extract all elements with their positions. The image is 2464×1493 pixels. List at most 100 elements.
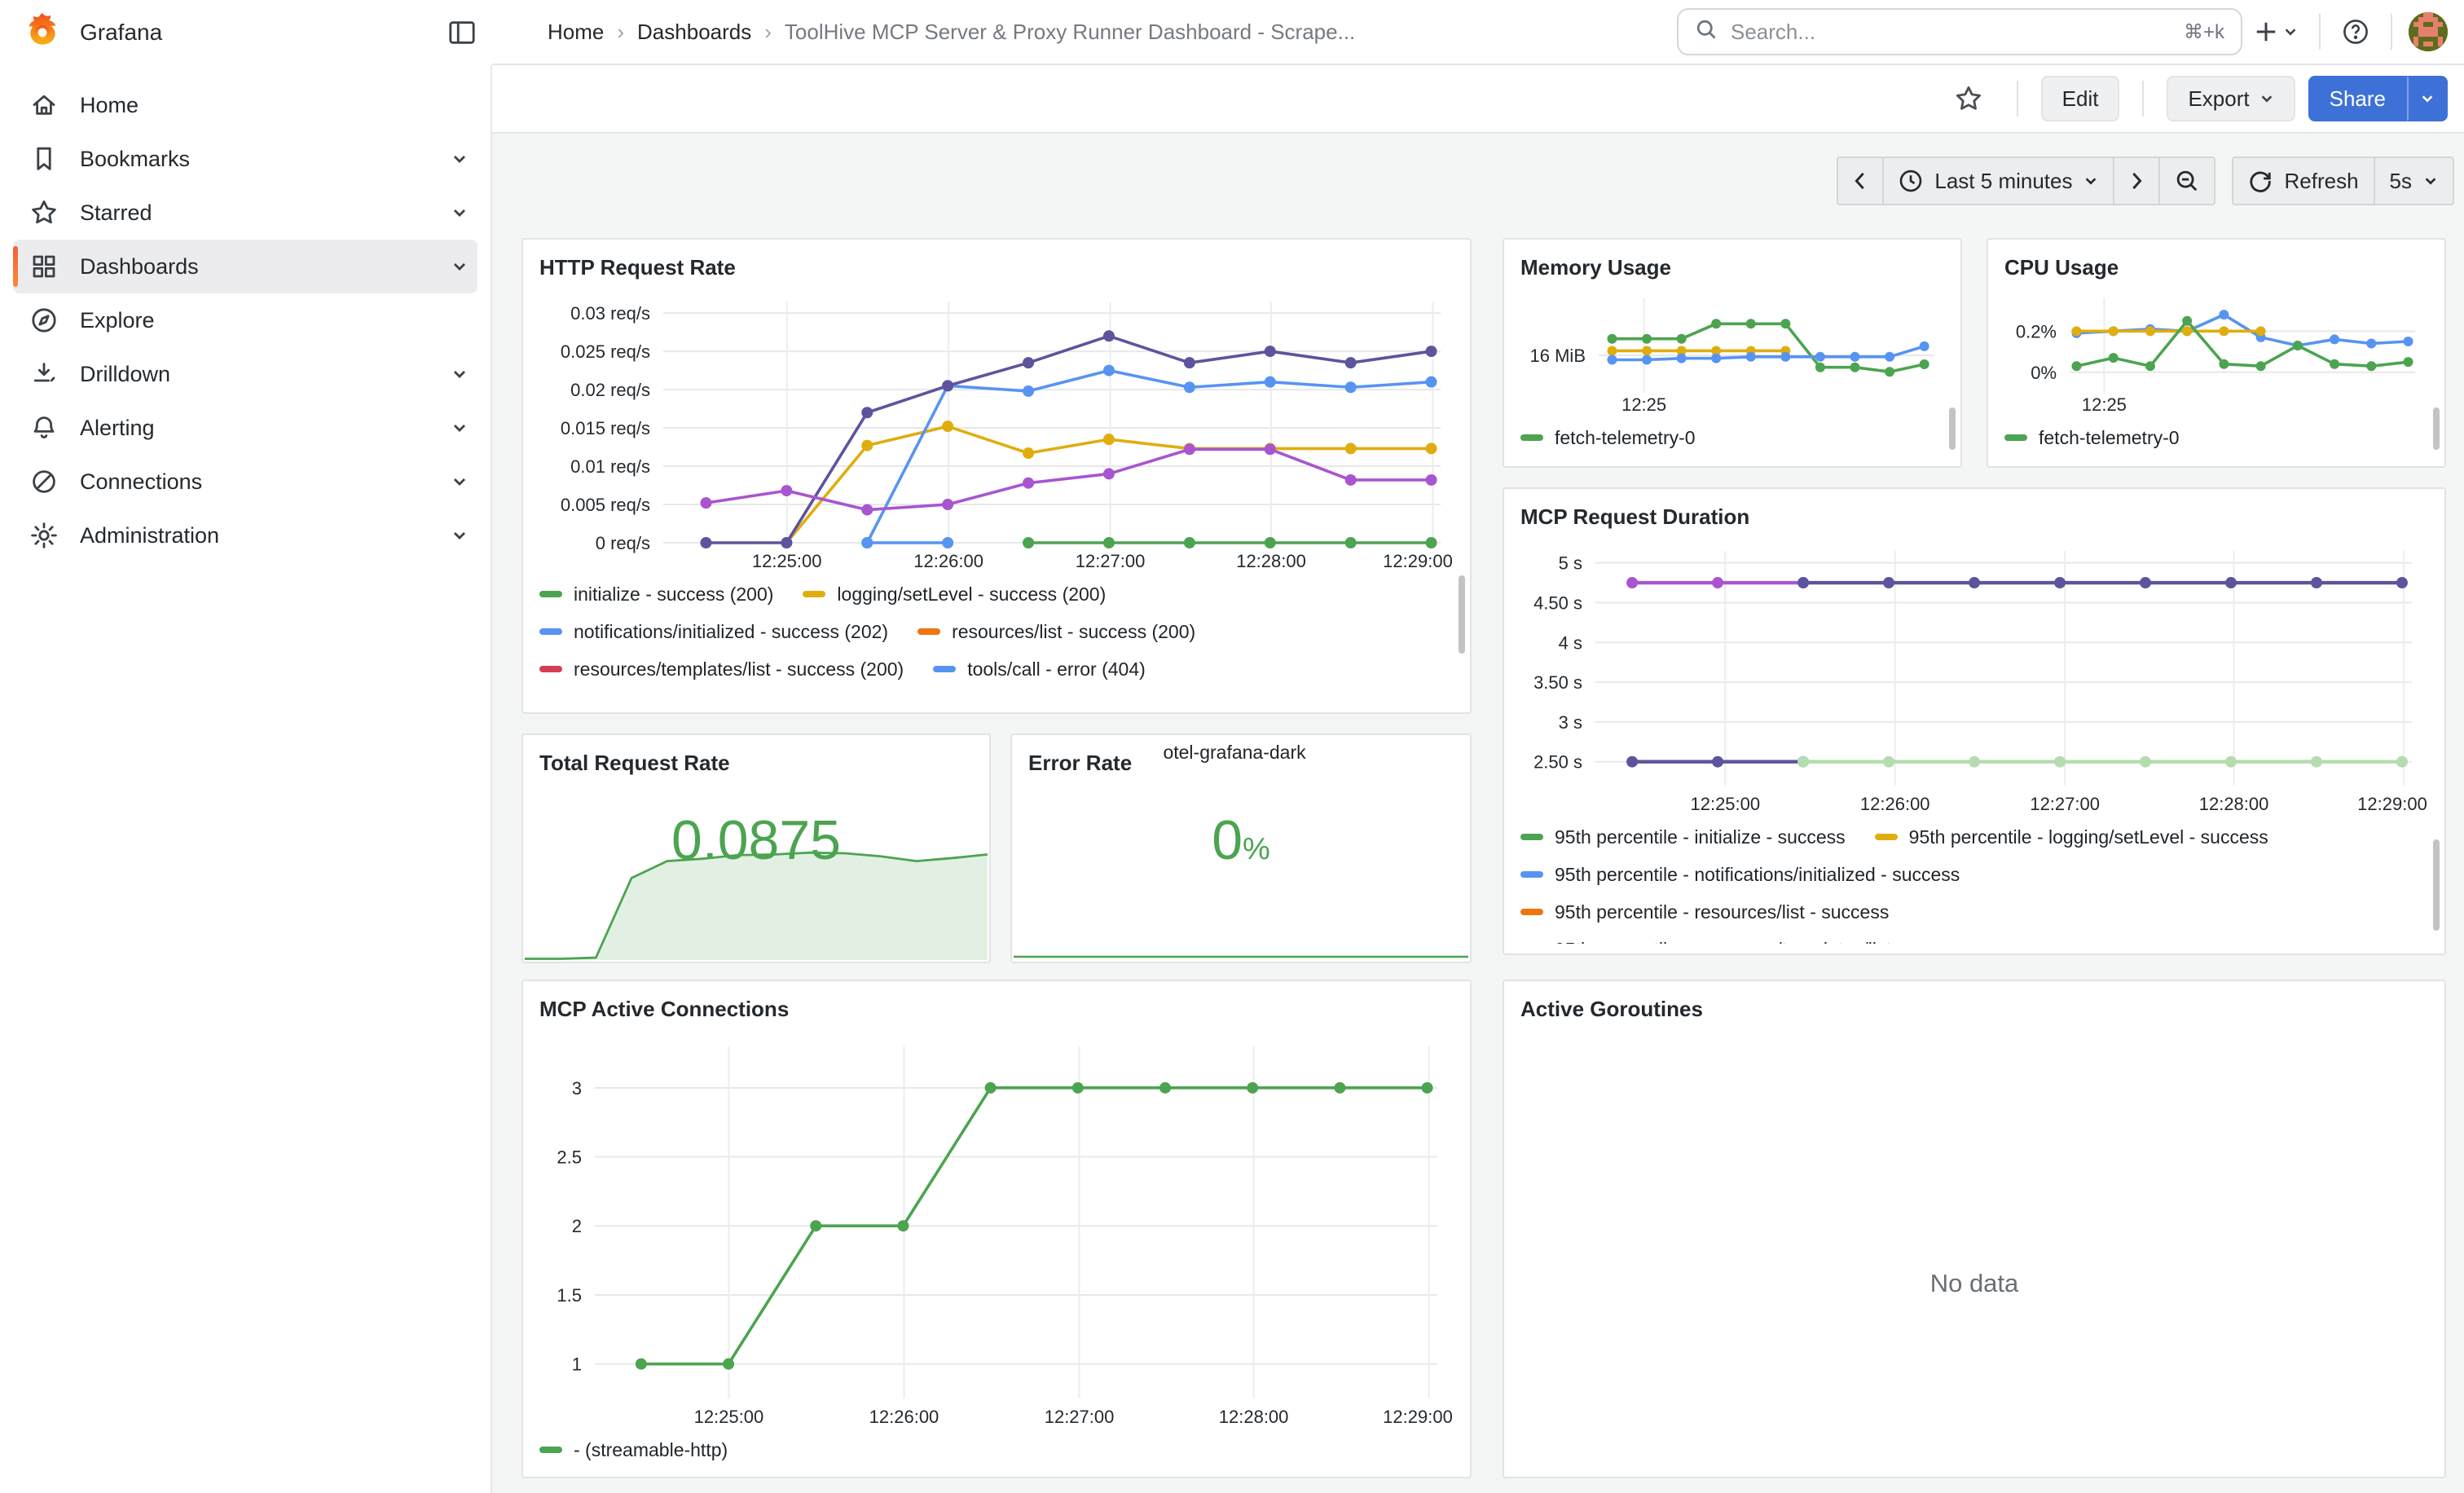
grafana-logo-icon[interactable] <box>24 11 60 54</box>
legend-scrollbar[interactable] <box>2433 407 2440 450</box>
zoom-out-button[interactable] <box>2160 156 2215 205</box>
chevron-down-icon[interactable] <box>451 420 468 436</box>
legend-label: tools/call - error (404) <box>967 658 1146 680</box>
panel-title[interactable]: MCP Active Connections <box>536 994 1457 1030</box>
help-icon[interactable] <box>2330 9 2381 55</box>
top-bar: Grafana Home › Dashboards › ToolHive MCP… <box>0 0 2464 65</box>
http-request-rate-chart[interactable]: 0.03 req/s0.025 req/s0.02 req/s0.015 req… <box>536 288 1457 575</box>
add-button[interactable] <box>2242 9 2309 55</box>
panel-mcp-active-connections: MCP Active Connections 32.521.5112:25:00… <box>521 980 1472 1478</box>
refresh-button[interactable]: Refresh <box>2232 156 2374 205</box>
legend-item[interactable]: tools/call - error (404) <box>933 658 1146 680</box>
export-button[interactable]: Export <box>2167 76 2295 121</box>
sidebar-item-connections[interactable]: Connections <box>13 455 477 509</box>
legend-item[interactable]: 95th percentile - initialize - success <box>1520 826 1846 848</box>
sidebar-item-starred[interactable]: Starred <box>13 186 477 240</box>
legend-item[interactable]: initialize - success (200) <box>539 584 773 606</box>
time-shift-forward-button[interactable] <box>2114 156 2160 205</box>
panel-title[interactable]: MCP Request Duration <box>1517 502 2431 538</box>
legend-item[interactable]: resources/list - success (200) <box>917 621 1195 643</box>
cpu-usage-legend: fetch-telemetry-0 <box>2001 419 2431 455</box>
favorite-star-icon[interactable] <box>1943 76 1994 121</box>
refresh-label: Refresh <box>2284 169 2358 194</box>
divider <box>2017 81 2018 117</box>
sidebar-item-dashboards[interactable]: Dashboards <box>13 240 477 293</box>
mcp-request-duration-chart[interactable]: 5 s4.50 s4 s3.50 s3 s2.50 s12:25:0012:26… <box>1517 538 2431 818</box>
chevron-down-icon[interactable] <box>451 527 468 544</box>
error-rate-sparkline[interactable] <box>1014 940 1468 960</box>
legend-item[interactable]: fetch-telemetry-0 <box>2004 427 2180 449</box>
search-input[interactable]: Search... ⌘+k <box>1677 8 2242 55</box>
time-range-picker[interactable]: Last 5 minutes <box>1884 156 2114 205</box>
search-shortcut: ⌘+k <box>2184 20 2224 44</box>
legend-item[interactable]: - (streamable-http) <box>539 1439 728 1461</box>
legend-item[interactable]: 95th percentile - resources/list - succe… <box>1520 901 1889 923</box>
panel-title[interactable]: CPU Usage <box>2001 253 2431 288</box>
chevron-down-icon[interactable] <box>451 258 468 275</box>
sidebar-item-label: Dashboards <box>80 254 199 280</box>
svg-text:0.2%: 0.2% <box>2016 321 2057 341</box>
sidebar-toggle-icon[interactable] <box>448 19 476 46</box>
sidebar-item-label: Alerting <box>80 416 155 441</box>
legend-item[interactable]: tools/list - success (200) <box>809 696 1045 700</box>
legend-item[interactable]: logging/setLevel - success (200) <box>803 584 1106 606</box>
share-button[interactable]: Share <box>2308 76 2407 121</box>
error-rate-value: 0% <box>1012 813 1470 868</box>
legend-item[interactable]: 95th percentile - logging/setLevel - suc… <box>1875 826 2268 848</box>
sidebar-item-home[interactable]: Home <box>13 78 477 132</box>
gear-icon <box>29 521 59 550</box>
cpu-usage-chart[interactable]: 0.2%0%12:25 <box>2001 288 2431 419</box>
panel-title[interactable]: Active Goroutines <box>1517 994 2431 1030</box>
legend-item[interactable]: tools/call - success (200) <box>539 696 780 700</box>
chevron-down-icon[interactable] <box>451 151 468 167</box>
panel-title[interactable]: HTTP Request Rate <box>536 253 1457 288</box>
sidebar-item-bookmarks[interactable]: Bookmarks <box>13 132 477 186</box>
legend-scrollbar[interactable] <box>1459 575 1465 654</box>
chevron-down-icon[interactable] <box>451 205 468 221</box>
panel-title[interactable]: Total Request Rate <box>536 748 976 784</box>
legend-swatch <box>539 1447 562 1453</box>
chevron-down-icon <box>2083 174 2098 188</box>
legend-item[interactable]: 95th percentile - resources/templates/li… <box>1520 939 1975 945</box>
chevron-down-icon[interactable] <box>451 366 468 382</box>
legend-item[interactable]: unknown - success (200) <box>1074 696 1317 700</box>
legend-item[interactable]: fetch-telemetry-0 <box>1520 427 1696 449</box>
svg-text:12:28:00: 12:28:00 <box>2199 794 2269 814</box>
memory-usage-chart[interactable]: 16 MiB 12:25 <box>1517 288 1947 419</box>
error-rate-number: 0 <box>1212 809 1243 871</box>
divider <box>2391 14 2392 50</box>
share-options-button[interactable] <box>2407 76 2448 121</box>
svg-text:12:25:00: 12:25:00 <box>752 551 822 571</box>
legend-item[interactable]: resources/templates/list - success (200) <box>539 658 904 680</box>
legend-swatch <box>917 628 940 635</box>
breadcrumb-home[interactable]: Home <box>548 20 604 45</box>
refresh-group: Refresh 5s <box>2232 156 2454 205</box>
legend-row: initialize - success (200) logging/setLev… <box>539 575 1457 613</box>
svg-text:16 MiB: 16 MiB <box>1530 346 1586 366</box>
breadcrumb-dashboards[interactable]: Dashboards <box>637 20 751 45</box>
edit-button[interactable]: Edit <box>2041 76 2120 121</box>
user-avatar[interactable] <box>2409 12 2448 51</box>
legend-label: tools/list - success (200) <box>843 696 1045 700</box>
sidebar-item-drilldown[interactable]: Drilldown <box>13 347 477 401</box>
chevron-down-icon[interactable] <box>451 473 468 490</box>
sidebar-item-administration[interactable]: Administration <box>13 509 477 562</box>
legend-label: 95th percentile - notifications/initiali… <box>1555 864 1960 886</box>
legend-scrollbar[interactable] <box>1949 407 1956 450</box>
panel-title[interactable]: Memory Usage <box>1517 253 1947 288</box>
sidebar-item-explore[interactable]: Explore <box>13 293 477 347</box>
time-shift-back-button[interactable] <box>1837 156 1884 205</box>
svg-text:12:25: 12:25 <box>1621 394 1666 415</box>
legend-item[interactable]: notifications/initialized - success (202… <box>539 621 888 643</box>
sidebar-item-alerting[interactable]: Alerting <box>13 401 477 455</box>
svg-text:3: 3 <box>572 1078 582 1099</box>
breadcrumb-separator: › <box>764 20 772 45</box>
mcp-active-connections-chart[interactable]: 32.521.5112:25:0012:26:0012:27:0012:28:0… <box>536 1030 1457 1431</box>
refresh-interval-label: 5s <box>2390 169 2412 194</box>
refresh-interval-picker[interactable]: 5s <box>2375 156 2454 205</box>
legend-item[interactable]: 95th percentile - notifications/initiali… <box>1520 864 1960 886</box>
time-controls: Last 5 minutes Refresh 5s <box>1837 156 2454 205</box>
legend-scrollbar[interactable] <box>2433 839 2440 931</box>
svg-text:12:25: 12:25 <box>2082 394 2127 415</box>
legend-label: initialize - success (200) <box>574 584 773 606</box>
